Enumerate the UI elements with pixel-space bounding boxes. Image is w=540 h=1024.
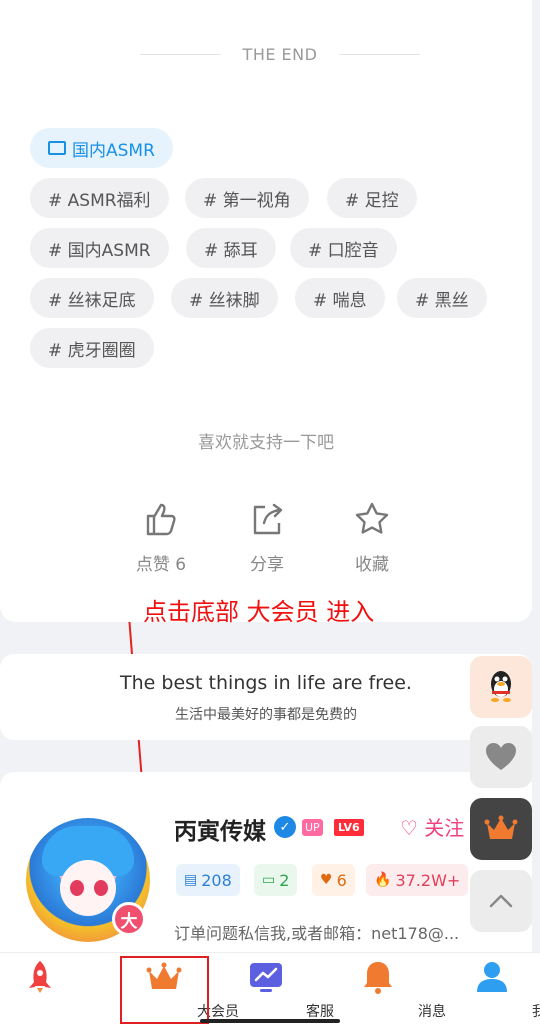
quote-english: The best things in life are free. <box>120 672 412 694</box>
category-chip[interactable]: 国内ASMR <box>30 128 173 168</box>
comment-icon: ▭ <box>262 872 276 888</box>
heat-stat: 🔥 37.2W+ <box>366 864 469 896</box>
tag-chip[interactable]: # 足控 <box>327 178 417 218</box>
tag-chip[interactable]: # 丝袜足底 <box>30 278 154 318</box>
verified-icon: ✓ <box>274 816 296 838</box>
back-to-top-button[interactable] <box>470 870 532 932</box>
nav-messages[interactable]: 消息 <box>324 953 446 1024</box>
share-icon <box>253 503 283 535</box>
nav-mine[interactable]: 我的 <box>438 953 540 1024</box>
rocket-icon <box>29 961 51 993</box>
tag-chip[interactable]: # ASMR福利 <box>30 178 169 218</box>
tag-chip[interactable]: # 国内ASMR <box>30 228 169 268</box>
tag-chip[interactable]: # 黑丝 <box>397 278 487 318</box>
document-icon: ▤ <box>184 872 198 888</box>
qq-button[interactable] <box>470 656 532 718</box>
up-badge: UP <box>302 819 323 836</box>
bottom-nav: 大会员 客服 消息 我的 <box>0 952 540 1024</box>
end-text: THE END <box>242 44 318 64</box>
author-bio: 订单问题私信我,或者邮箱：net178@... <box>174 924 460 943</box>
share-button[interactable]: 分享 <box>227 500 307 575</box>
annotation-text: 点击底部 大会员 进入 <box>143 598 375 626</box>
chevron-up-icon <box>489 894 513 908</box>
highlight-box <box>120 956 209 1024</box>
posts-stat: ▤ 208 <box>176 864 240 896</box>
user-icon <box>477 962 507 992</box>
heart-icon <box>486 743 516 770</box>
heart-icon: ♥ <box>320 872 333 888</box>
follow-button[interactable]: ♡ 关注 <box>400 812 464 841</box>
fire-icon: 🔥 <box>374 872 392 888</box>
support-text: 喜欢就支持一下吧 <box>198 433 334 453</box>
tag-chip[interactable]: # 喘息 <box>295 278 385 318</box>
level-badge: LV6 <box>334 819 364 836</box>
tag-chip[interactable]: # 丝袜脚 <box>171 278 278 318</box>
likes-stat: ♥ 6 <box>312 864 355 896</box>
quote-chinese: 生活中最美好的事都是免费的 <box>175 707 357 723</box>
qq-penguin-icon <box>491 671 511 702</box>
quote-card: The best things in life are free. 生活中最美好… <box>0 654 532 740</box>
author-name[interactable]: 丙寅传媒 <box>174 812 266 846</box>
favorite-float-button[interactable] <box>470 726 532 788</box>
favorite-button[interactable]: 收藏 <box>332 500 412 575</box>
tag-chip[interactable]: # 舔耳 <box>186 228 276 268</box>
home-indicator <box>200 1019 340 1023</box>
vip-float-button[interactable] <box>470 798 532 860</box>
star-icon <box>355 502 389 534</box>
author-card: 大 丙寅传媒 ✓ UP LV6 ♡ 关注 ▤ 208 ▭ 2 ♥ 6 🔥 37.… <box>0 772 532 972</box>
end-divider: THE END <box>140 42 420 66</box>
tag-chip[interactable]: # 第一视角 <box>185 178 309 218</box>
article-footer-card: THE END 国内ASMR # ASMR福利 # 第一视角 # 足控 # 国内… <box>0 0 532 622</box>
bell-icon <box>364 962 392 994</box>
nav-home[interactable] <box>0 953 94 1024</box>
monitor-chart-icon <box>250 963 282 992</box>
like-button[interactable]: 点赞 6 <box>121 500 201 575</box>
comments-stat: ▭ 2 <box>254 864 298 896</box>
folder-icon <box>48 141 66 155</box>
tag-chip[interactable]: # 口腔音 <box>290 228 397 268</box>
tag-chip[interactable]: # 虎牙圈圈 <box>30 328 154 368</box>
crown-icon <box>484 815 518 839</box>
thumbs-up-icon <box>146 503 176 536</box>
nav-service[interactable]: 客服 <box>212 953 334 1024</box>
member-badge: 大 <box>112 902 146 936</box>
